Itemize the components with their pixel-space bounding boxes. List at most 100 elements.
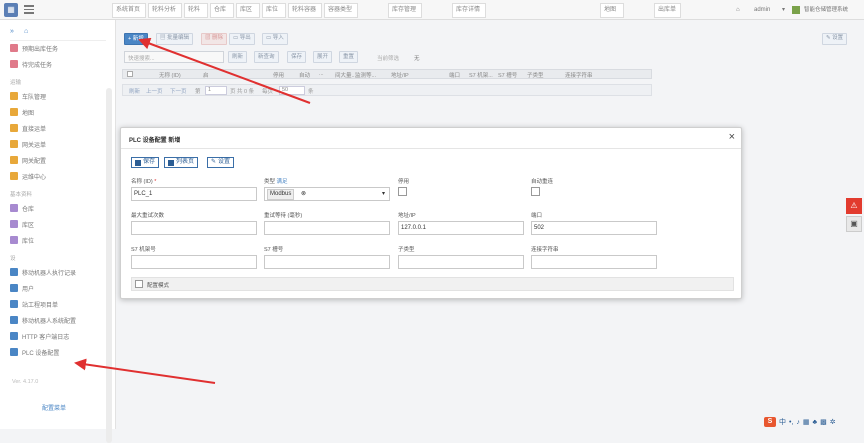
column-header[interactable]: 间大量...: [335, 71, 356, 79]
sidebar-item[interactable]: 运维中心: [10, 170, 46, 182]
s7-slot-input[interactable]: [264, 255, 390, 269]
type-link[interactable]: 满足: [277, 179, 288, 185]
tab-2[interactable]: 轮料: [184, 3, 208, 18]
sidebar-item[interactable]: PLC 设备配置: [10, 346, 59, 358]
advanced-panel[interactable]: 配置模式: [131, 277, 734, 291]
sidebar-item[interactable]: 仓库: [10, 202, 34, 214]
new-button[interactable]: + 新增: [124, 33, 148, 45]
close-icon[interactable]: ×: [729, 131, 735, 143]
column-header[interactable]: 监测等...: [355, 71, 376, 79]
page-number-input[interactable]: 1: [205, 86, 227, 95]
tab-6[interactable]: 轮料容器: [288, 3, 322, 18]
filter-button[interactable]: 展开: [313, 51, 333, 63]
sidebar-item[interactable]: 移动机器人执行记录: [10, 266, 76, 278]
dialog-settings-button[interactable]: ✎ 设置: [207, 157, 235, 168]
filter-button[interactable]: 刷新: [228, 51, 248, 63]
column-header[interactable]: 启: [203, 71, 209, 79]
app-logo-icon[interactable]: ▦: [4, 3, 18, 17]
connstr-input[interactable]: [531, 255, 657, 269]
advanced-checkbox[interactable]: [135, 280, 143, 288]
tab-3[interactable]: 仓库: [210, 3, 234, 18]
sidebar-item[interactable]: 用户: [10, 282, 34, 294]
tab-5[interactable]: 库位: [262, 3, 286, 18]
quick-search-input[interactable]: 快速搜索...: [124, 51, 224, 63]
sidebar-item[interactable]: 直接运单: [10, 122, 46, 134]
user-name[interactable]: admin: [754, 3, 770, 17]
column-header[interactable]: ...: [319, 71, 324, 77]
column-header[interactable]: 端口: [449, 71, 460, 79]
import-button[interactable]: ▭ 导入: [262, 33, 288, 45]
tab-9[interactable]: 库存管理: [388, 3, 422, 18]
collapse-icon[interactable]: »: [10, 28, 14, 35]
select-all-checkbox[interactable]: [127, 71, 133, 77]
sidebar-item[interactable]: 移动机器人系统配置: [10, 314, 76, 326]
column-header[interactable]: 连接字符串: [565, 71, 593, 79]
alarm-icon[interactable]: ⚠: [846, 198, 862, 214]
retry-wait-input[interactable]: [264, 221, 390, 235]
subtype-input[interactable]: [398, 255, 524, 269]
max-retry-input[interactable]: [131, 221, 257, 235]
filter-button[interactable]: 重置: [339, 51, 359, 63]
disabled-checkbox[interactable]: [398, 187, 407, 196]
s7-rack-input[interactable]: [131, 255, 257, 269]
sidebar-item[interactable]: HTTP 客户端日志: [10, 330, 69, 342]
sidebar-scrollbar[interactable]: [106, 88, 112, 443]
sidebar-item[interactable]: 预期出库任务: [10, 42, 58, 54]
batch-edit-button[interactable]: ▤ 批量编辑: [156, 33, 194, 45]
address-input[interactable]: 127.0.0.1: [398, 221, 524, 235]
sidebar-item[interactable]: 站工程项目单: [10, 298, 58, 310]
settings-button[interactable]: ✎ 设置: [822, 33, 848, 45]
filter-button[interactable]: 新查询: [254, 51, 279, 63]
sidebar-item[interactable]: 库区: [10, 218, 34, 230]
tab-0[interactable]: 系统首页: [112, 3, 146, 18]
column-header[interactable]: 自动: [299, 71, 310, 79]
tab-11[interactable]: 库存详情: [452, 3, 486, 18]
auto-reconnect-checkbox[interactable]: [531, 187, 540, 196]
menu-toggle-icon[interactable]: [24, 5, 34, 15]
delete-button[interactable]: ▨ 删除: [201, 33, 228, 45]
gear-icon[interactable]: ✲: [830, 418, 836, 426]
tab-16[interactable]: 地图: [600, 3, 624, 18]
clear-icon[interactable]: ⊗: [301, 188, 306, 200]
home-icon[interactable]: ⌂: [736, 3, 740, 17]
sidebar-item[interactable]: 网关运单: [10, 138, 46, 150]
port-input[interactable]: 502: [531, 221, 657, 235]
grid-icon[interactable]: ▩: [820, 418, 827, 426]
column-header[interactable]: 子类型: [527, 71, 544, 79]
per-page-input[interactable]: 50: [279, 86, 305, 95]
tab-7[interactable]: 容器类型: [324, 3, 358, 18]
column-header[interactable]: 无称 (ID): [159, 71, 181, 79]
sidebar-item[interactable]: 地图: [10, 106, 34, 118]
mic-icon[interactable]: ♪: [796, 419, 800, 426]
tab-1[interactable]: 轮料分析: [148, 3, 182, 18]
sidebar-item[interactable]: 网关配置: [10, 154, 46, 166]
ime-punct-icon[interactable]: •,: [789, 419, 793, 426]
column-header[interactable]: S7 槽号: [498, 71, 517, 79]
tab-4[interactable]: 库区: [236, 3, 260, 18]
refresh-link[interactable]: 刷新: [129, 87, 140, 95]
chat-icon[interactable]: ▣: [846, 216, 862, 232]
tab-18[interactable]: 出库单: [654, 3, 681, 18]
name-input[interactable]: PLC_1: [131, 187, 257, 201]
sidebar-item[interactable]: 库位: [10, 234, 34, 246]
chevron-down-icon[interactable]: ▾: [782, 3, 785, 17]
keyboard-icon[interactable]: ▦: [803, 418, 810, 426]
prev-page-link[interactable]: 上一页: [146, 87, 163, 95]
config-menu-link[interactable]: 配置菜单: [42, 403, 66, 412]
filter-button[interactable]: 保存: [287, 51, 307, 63]
home-icon[interactable]: ⌂: [24, 28, 28, 35]
column-header[interactable]: S7 机架...: [469, 71, 493, 79]
sidebar-item[interactable]: 待完成任务: [10, 58, 52, 70]
chevron-down-icon[interactable]: ▾: [382, 188, 385, 200]
column-header[interactable]: 停用: [273, 71, 284, 79]
column-header[interactable]: 地址/IP: [391, 71, 409, 79]
export-button[interactable]: ▭ 导出: [229, 33, 255, 45]
next-page-link[interactable]: 下一页: [170, 87, 187, 95]
sidebar-item[interactable]: 车队管理: [10, 90, 46, 102]
save-button[interactable]: 保存: [131, 157, 160, 168]
type-select[interactable]: Modbus ⊗ ▾: [264, 187, 390, 201]
skin-icon[interactable]: ♣: [813, 419, 818, 426]
ime-lang-icon[interactable]: 中: [779, 417, 786, 427]
list-page-button[interactable]: 列表页: [164, 157, 199, 168]
ime-logo-icon[interactable]: S: [764, 417, 776, 427]
